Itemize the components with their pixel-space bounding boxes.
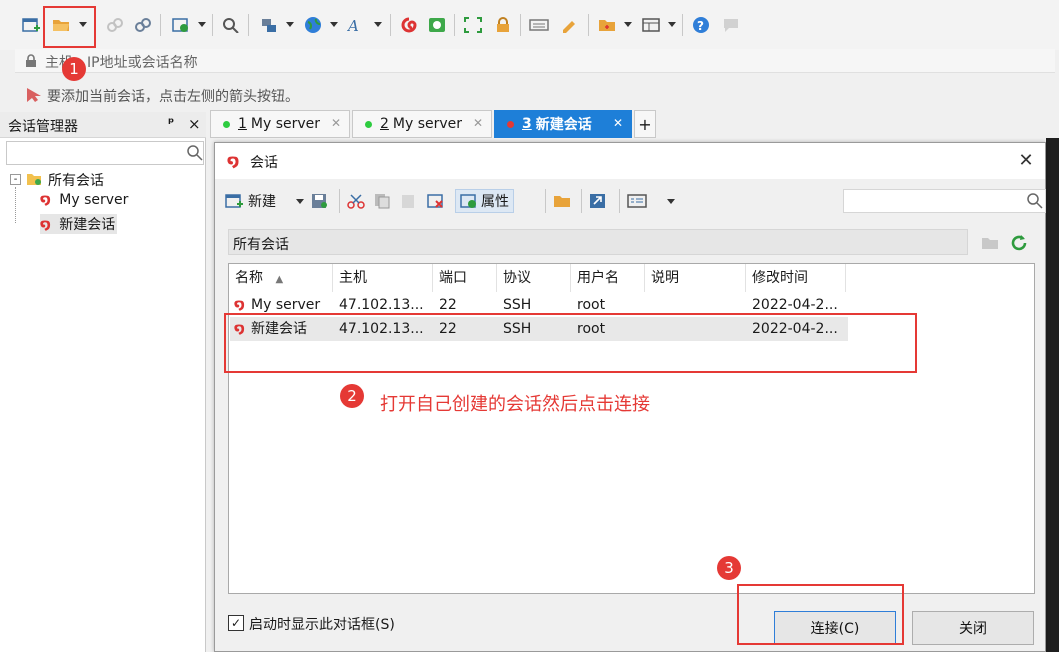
xshell-logo-icon: ໑ — [227, 151, 240, 170]
search-icon — [1027, 193, 1043, 209]
lock-icon — [26, 54, 36, 67]
globe-icon[interactable] — [302, 14, 324, 36]
dialog-close-icon[interactable]: ✕ — [1015, 150, 1037, 172]
new-dropdown-arrow-icon[interactable] — [296, 199, 304, 204]
transfer-icon[interactable] — [258, 14, 280, 36]
properties-icon — [460, 194, 476, 208]
svg-text:A: A — [347, 17, 359, 33]
status-dot — [223, 120, 230, 128]
folder-icon — [27, 174, 41, 185]
dialog-title: 会话 — [250, 155, 278, 171]
hint-bar: 要添加当前会话，点击左侧的箭头按钮。 — [15, 83, 1055, 107]
properties-button[interactable]: 属性 — [455, 189, 514, 213]
session-icon: ໑ — [40, 217, 51, 233]
dialog-titlebar: ໑ 会话 ✕ — [215, 143, 1045, 179]
column-header-host[interactable]: 主机 — [333, 264, 433, 292]
panel-close-icon[interactable]: × — [188, 115, 201, 133]
add-session-arrow-icon[interactable] — [25, 87, 41, 103]
svg-text:?: ? — [697, 19, 704, 33]
lock-icon[interactable] — [492, 14, 514, 36]
tab-close-icon[interactable]: ✕ — [473, 116, 483, 130]
disconnect-icon[interactable] — [132, 14, 154, 36]
tab-close-icon[interactable]: ✕ — [613, 116, 623, 130]
xshell-window: A ? 主机、IP地址或会话名称 要添加当前会话，点击左侧的箭头按钮。 会话管理… — [0, 0, 1059, 652]
show-on-startup-checkbox[interactable]: ✓ — [228, 615, 244, 631]
open-dropdown-arrow-icon[interactable] — [79, 22, 87, 27]
connect-icon[interactable] — [104, 14, 126, 36]
annotation-badge-2: 2 — [340, 384, 364, 408]
close-button[interactable]: 关闭 — [912, 611, 1034, 645]
tab-close-icon[interactable]: ✕ — [331, 116, 341, 130]
tree-item-new-session[interactable]: ໑ 新建会话 — [40, 214, 118, 234]
xftp-icon[interactable] — [426, 14, 448, 36]
shortcut-icon[interactable] — [589, 189, 607, 213]
search-icon — [187, 145, 203, 161]
xshell-logo-icon[interactable] — [398, 14, 420, 36]
status-dot — [507, 120, 514, 128]
collapse-toggle-icon[interactable]: - — [10, 174, 21, 185]
new-folder-icon[interactable] — [596, 14, 618, 36]
address-bar[interactable]: 主机、IP地址或会话名称 — [15, 49, 1055, 73]
search-icon[interactable] — [220, 14, 242, 36]
font-icon[interactable]: A — [346, 14, 368, 36]
dialog-search-input[interactable] — [843, 189, 1046, 213]
session-icon: ໑ — [234, 297, 245, 313]
connect-button[interactable]: 连接(C) — [774, 611, 896, 645]
panel-search-input[interactable] — [6, 141, 204, 165]
main-toolbar: A ? — [0, 0, 1059, 50]
view-icon[interactable] — [627, 189, 647, 213]
dialog-toolbar: 新建 属性 — [223, 187, 1046, 215]
help-icon[interactable]: ? — [690, 14, 712, 36]
panel-header: 会话管理器 ᵖ × — [0, 112, 206, 138]
fullscreen-icon[interactable] — [462, 14, 484, 36]
tab-bar: 1 My server ✕ 2 My server ✕ 3 新建会话 ✕ + — [206, 110, 1059, 138]
add-tab-button[interactable]: + — [634, 110, 656, 138]
copy-icon[interactable] — [373, 189, 391, 213]
keyboard-icon[interactable] — [528, 14, 550, 36]
column-header-modified[interactable]: 修改时间 — [746, 264, 846, 292]
hint-text: 要添加当前会话，点击左侧的箭头按钮。 — [47, 89, 299, 105]
column-header-user[interactable]: 用户名 — [571, 264, 645, 292]
delete-icon[interactable] — [427, 189, 445, 213]
session-icon: ໑ — [234, 321, 245, 337]
status-dot — [365, 120, 372, 128]
column-header-port[interactable]: 端口 — [433, 264, 497, 292]
annotation-text-2: 打开自己创建的会话然后点击连接 — [380, 394, 650, 415]
save-icon[interactable] — [311, 189, 329, 213]
sort-ascending-icon: ▲ — [275, 274, 284, 285]
open-folder-icon[interactable] — [50, 14, 72, 36]
pin-icon[interactable]: ᵖ — [168, 116, 174, 131]
tab-1[interactable]: 1 My server ✕ — [210, 110, 350, 138]
panel-title: 会话管理器 — [8, 119, 78, 135]
tab-3-active[interactable]: 3 新建会话 ✕ — [494, 110, 632, 138]
tab-2[interactable]: 2 My server ✕ — [352, 110, 492, 138]
show-on-startup-label: 启动时显示此对话框(S) — [249, 617, 395, 633]
view-dropdown-arrow-icon[interactable] — [667, 199, 675, 204]
folder-path-label: 所有会话 — [233, 237, 289, 253]
chat-icon[interactable] — [720, 14, 742, 36]
folder-icon[interactable] — [553, 189, 571, 213]
tree-item-my-server[interactable]: ໑ My server — [40, 192, 128, 208]
session-manager-panel: 会话管理器 ᵖ × - 所有会话 ໑ My server ໑ 新建会话 — [0, 112, 206, 652]
paste-icon[interactable] — [399, 189, 417, 213]
layout-icon[interactable] — [640, 14, 662, 36]
column-header-name[interactable]: 名称 ▲ — [229, 264, 333, 292]
cut-icon[interactable] — [347, 189, 365, 213]
new-session-icon — [225, 194, 243, 208]
column-header-desc[interactable]: 说明 — [645, 264, 746, 292]
highlight-pen-icon[interactable] — [558, 14, 580, 36]
refresh-icon[interactable] — [1009, 233, 1029, 253]
session-properties-icon[interactable] — [170, 14, 192, 36]
new-session-icon[interactable] — [20, 14, 42, 36]
annotation-badge-3: 3 — [717, 556, 741, 580]
annotation-badge-1: 1 — [62, 57, 86, 81]
terminal-edge — [1046, 138, 1059, 652]
new-button[interactable]: 新建 — [225, 189, 276, 213]
folder-path: 所有会话 — [228, 229, 968, 255]
column-header-protocol[interactable]: 协议 — [497, 264, 571, 292]
session-list: 名称 ▲ 主机 端口 协议 用户名 说明 修改时间 ໑ My server 47… — [228, 263, 1035, 594]
folder-up-icon[interactable] — [981, 235, 999, 251]
tree-root-label: 所有会话 — [48, 173, 104, 189]
session-icon: ໑ — [40, 192, 51, 208]
